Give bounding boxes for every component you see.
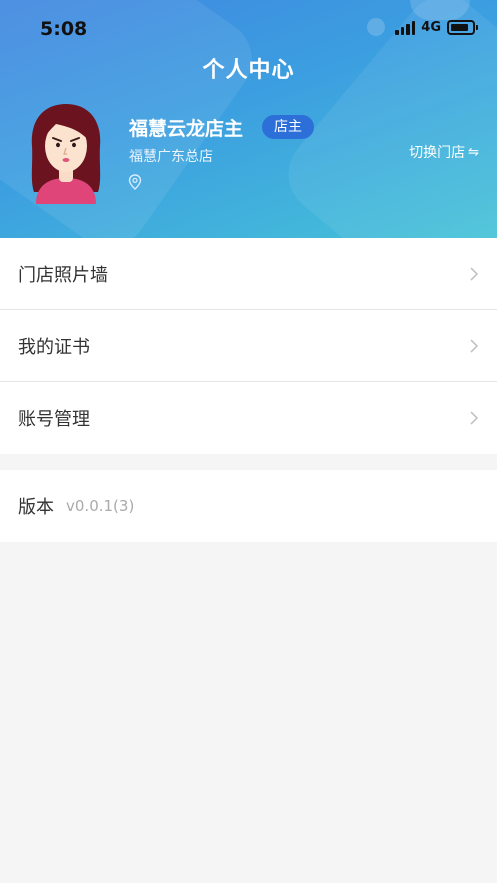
menu-item-account-management[interactable]: 账号管理 xyxy=(0,382,497,454)
profile-header: 5:08 4G 个人中心 福慧云龙店主 店主 福慧广东总店 切换门店 ⇋ xyxy=(0,0,497,238)
header-decoration xyxy=(367,18,385,36)
menu-item-label: 门店照片墙 xyxy=(18,264,108,286)
menu-item-store-photo-wall[interactable]: 门店照片墙 xyxy=(0,238,497,310)
switch-store-button[interactable]: 切换门店 ⇋ xyxy=(409,142,479,162)
status-time: 5:08 xyxy=(40,18,88,40)
battery-icon xyxy=(447,20,478,35)
menu-item-label: 我的证书 xyxy=(18,336,90,358)
switch-store-label: 切换门店 xyxy=(409,145,466,161)
avatar[interactable] xyxy=(26,100,106,204)
menu-list: 门店照片墙 我的证书 账号管理 xyxy=(0,238,497,454)
menu-item-label: 账号管理 xyxy=(18,409,90,430)
status-indicators: 4G xyxy=(395,20,478,35)
chevron-right-icon xyxy=(470,338,479,353)
branch-name: 福慧广东总店 xyxy=(129,149,213,165)
version-row: 版本 v0.0.1(3) xyxy=(0,470,497,542)
page-title: 个人中心 xyxy=(202,58,295,83)
network-type: 4G xyxy=(421,20,441,35)
menu-item-my-certificates[interactable]: 我的证书 xyxy=(0,310,497,382)
swap-icon: ⇋ xyxy=(468,144,479,160)
chevron-right-icon xyxy=(470,266,479,281)
version-label: 版本 xyxy=(18,497,54,518)
role-badge: 店主 xyxy=(262,115,314,139)
chevron-right-icon xyxy=(470,411,479,425)
store-owner-name: 福慧云龙店主 xyxy=(129,118,244,140)
signal-icon xyxy=(395,20,416,35)
version-value: v0.0.1(3) xyxy=(66,497,135,515)
location-pin-icon xyxy=(128,174,142,190)
